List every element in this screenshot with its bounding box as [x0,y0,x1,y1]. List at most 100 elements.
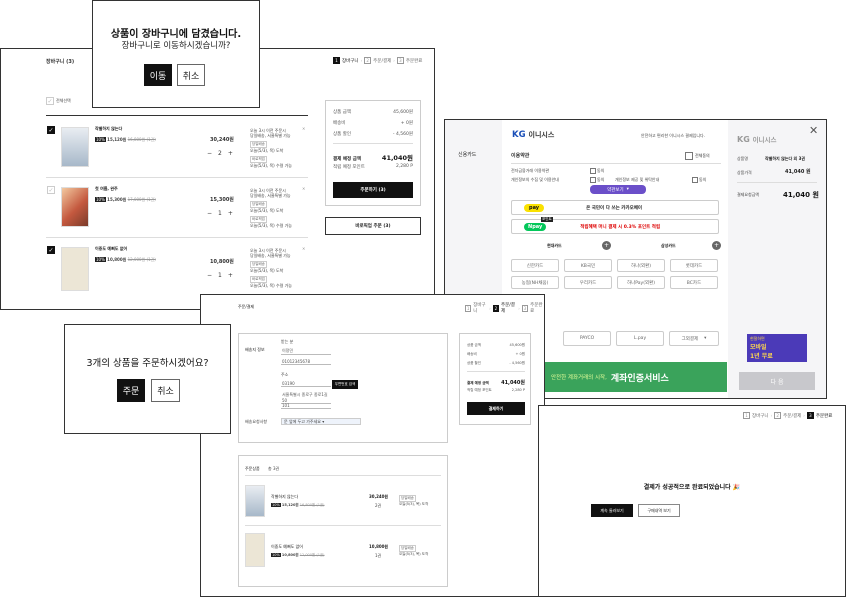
order-step-1-label: 장바구니 [473,303,486,314]
card-lotte[interactable]: 롯데카드 [670,259,718,272]
mobile-ad-banner[interactable]: 현절하면 모바일 1년 무료 [747,334,807,362]
divider [333,143,413,144]
close-icon[interactable]: ✕ [809,124,818,137]
card-nh[interactable]: 농협(NH채움) [511,276,559,289]
quantity-stepper[interactable]: − 1 + [207,210,233,217]
address-line-2[interactable]: 101 [281,403,331,409]
request-select[interactable]: 문 앞에 두고 가주세요 ▾ [281,418,361,426]
next-button[interactable]: 다 음 [739,372,815,390]
order-steps: 1 장바구니 › 2 주문/결제 › 3 주문완료 [465,302,544,314]
zip-search-button[interactable]: 우편번호 검색 [332,380,358,389]
remove-item-icon[interactable]: ✕ [302,246,305,251]
item-checkbox[interactable]: ✓ [47,186,55,194]
select-all-checkbox[interactable]: ✓ [46,97,54,105]
cart-added-dialog: 상품이 장바구니에 담겼습니다. 장바구니로 이동하시겠습니까? 이동 취소 [92,0,260,108]
discount-badge: 10% [95,137,106,142]
item-original-price: 12,000원 (1권) [127,257,156,262]
item-checkbox[interactable]: ✓ [47,246,55,254]
remove-item-icon[interactable]: ✕ [302,186,305,191]
summary-row-pay: 결제 예정 금액 41,040원 [467,380,525,386]
complete-step-2-num: 2 [774,412,782,419]
party-icon: 🎉 [732,484,741,491]
lpay-button[interactable]: L.pay [616,331,664,346]
step-separator: › [518,305,520,311]
order-confirm-dialog: 3개의 상품을 주문하시겠어요? 주문 취소 [64,324,231,434]
delivery-line-2: 당일배송, 서울특별 가능 [250,253,291,259]
pay-button[interactable]: 결제하기 [467,402,525,415]
quantity-stepper[interactable]: − 1 + [207,272,233,279]
quantity-stepper[interactable]: − 2 + [207,150,233,157]
card-shinhan[interactable]: 신한카드 [511,259,559,272]
pickup-order-button[interactable]: 바로픽업 주문 (3) [325,217,421,235]
delivery-date: 오늘(5/3), 목) 도착 [250,147,284,153]
cart-steps: 1 장바구니 › 2 주문/결제 › 3 주문완료 [333,57,422,64]
zip-field[interactable]: 03190 [281,381,331,387]
item-price: 15,300원 [107,197,127,202]
card-hanapay[interactable]: 하나Pay(외환) [617,276,665,289]
complete-step-3-num: 3 [806,412,814,419]
book-cover [61,127,89,167]
book-cover [61,187,89,227]
delivery-info: 오늘 3시 이전 주문시 당일배송, 서울특별 가능 당일배송 오늘(5/3),… [250,248,292,288]
purchase-history-button[interactable]: 구매내역 보기 [638,504,680,517]
card-tab-samsung[interactable]: 삼성카드 + [621,241,721,250]
card-woori[interactable]: 우리카드 [564,276,612,289]
order-item-price-line: 10% 10,800원 12,000원 (1권) [271,553,325,557]
card-kb[interactable]: KB국민 [564,259,612,272]
cart-step-3-num: 3 [396,57,404,64]
card-hana[interactable]: 하나(외환) [617,259,665,272]
agree-all-checkbox[interactable] [685,152,693,160]
go-to-cart-button[interactable]: 이동 [144,64,172,86]
order-item-qty: 1권 [375,553,382,558]
cancel-button[interactable]: 취소 [151,379,180,402]
view-terms-button[interactable]: 약관보기 ▾ [590,185,646,194]
terms-2-checkbox[interactable] [590,177,596,183]
side-inicis-logo: KG 이니시스 [737,135,777,144]
terms-3-checkbox[interactable] [692,177,698,183]
summary-row-points: 적립 예정 포인트 2,280 P [333,164,413,170]
item-price: 10,800원 [107,257,127,262]
remove-item-icon[interactable]: ✕ [302,126,305,131]
cart-step-1-num: 1 [333,57,340,64]
phone-field[interactable]: 01012345678 [281,359,331,365]
terms-2-agree: 동의 [597,177,605,182]
order-item-delivery: 당일배송 오늘(5/3), 목) 도착 [399,495,429,506]
other-pay-select[interactable]: 그외결제 ▾ [669,331,719,346]
name-label: 받는 분 [281,339,294,344]
item-title[interactable]: 첫 여름, 완주 [95,186,118,191]
delivery-tag: 당일배송 [250,261,267,268]
continue-shopping-button[interactable]: 계속 둘러보기 [591,504,633,517]
card-tab-hyundai[interactable]: 현대카드 + [511,241,611,250]
name-field[interactable]: 이정민 [281,348,331,355]
terms-1-checkbox[interactable] [590,168,596,174]
terms-title: 이용약관 [511,153,530,159]
order-button[interactable]: 주문하기 (3) [333,182,413,198]
quantity-value: 2 [218,150,222,157]
order-step-3-label: 주문완료 [530,303,543,314]
item-checkbox[interactable]: ✓ [47,126,55,134]
order-step-2-label: 주문/결제 [501,303,515,314]
shipping-title: 배송지 정보 [245,347,265,352]
order-confirm-button[interactable]: 주문 [117,379,145,402]
payment-method-credit-card[interactable]: 신용카드 [458,152,476,159]
minus-button[interactable]: − [207,272,212,279]
minus-button[interactable]: − [207,210,212,217]
plus-button[interactable]: + [228,150,233,157]
item-title[interactable]: 작별하지 않는다 [95,126,122,131]
plus-button[interactable]: + [228,272,233,279]
inicis-logo: KG 이니시스 [512,130,555,140]
divider [46,177,308,178]
ad-line-3: 1년 무료 [750,353,773,360]
minus-button[interactable]: − [207,150,212,157]
delivery-info: 오늘 3시 이전 주문시 당일배송, 서울특별 가능 당일배송 오늘(5/3),… [250,128,292,168]
kakaopay-button[interactable]: pay 온 국민이 다 쓰는 카카오페이 [511,200,719,215]
card-bc[interactable]: BC카드 [670,276,718,289]
pickup-date: 오늘(5/3), 목) 수령 가능 [250,222,292,228]
account-auth-banner[interactable]: 안전한 계좌거래의 시작, 계좌인증서비스 [545,362,727,392]
cart-title: 장바구니 (3) [46,59,75,65]
cancel-button[interactable]: 취소 [177,64,205,86]
order-item-price-line: 10% 15,120원 16,800원 (1권) [271,503,325,507]
item-title[interactable]: 이중도 예뻐도 없어 [95,246,127,251]
payco-button[interactable]: PAYCO [563,331,611,346]
plus-button[interactable]: + [228,210,233,217]
